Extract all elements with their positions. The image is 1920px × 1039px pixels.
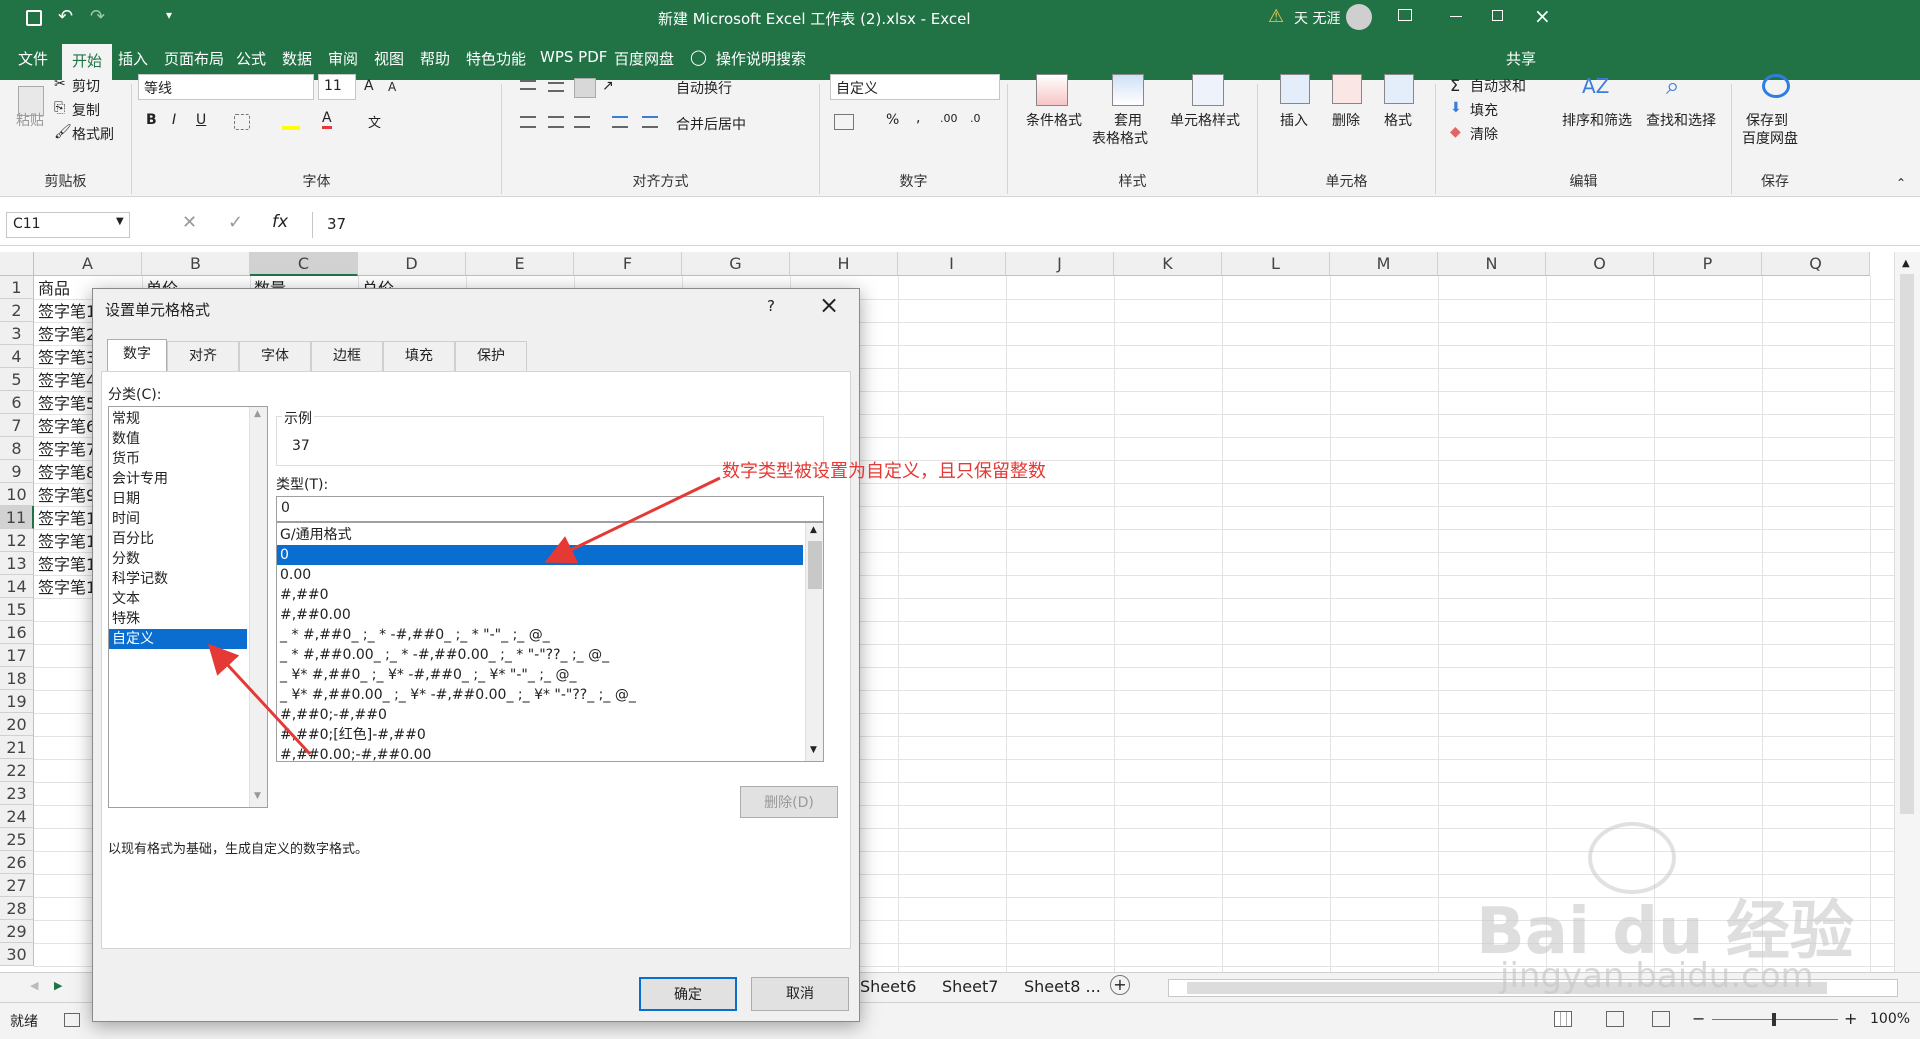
annotation-arrow-category [207,643,312,756]
annotation-arrow-format [544,476,721,564]
annotation-arrows [207,476,721,756]
